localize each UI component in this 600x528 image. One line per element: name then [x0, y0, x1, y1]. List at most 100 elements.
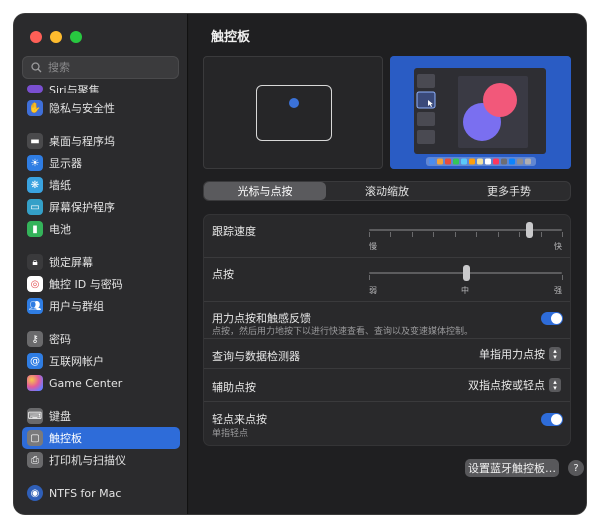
tracking-speed-row: 跟踪速度 慢 快	[204, 215, 570, 258]
ntfs-icon: ◉	[27, 485, 43, 501]
force-click-row: 用力点按和触感反馈 点按，然后用力地按下以进行快速查看、查询以及变速媒体控制。	[204, 302, 570, 339]
touch-point-icon	[289, 98, 299, 108]
sidebar-item-label: 键盘	[49, 410, 71, 423]
at-icon: @	[27, 353, 43, 369]
sidebar: Siri与聚焦 ✋ 隐私与安全性 ▬ 桌面与程序坞 ☀ 显示器 ❋ 墙纸 ▭	[14, 14, 188, 514]
sidebar-item-label: 密码	[49, 333, 71, 346]
zoom-button[interactable]	[70, 31, 82, 43]
search-field[interactable]	[22, 56, 179, 79]
sidebar-item-label: 用户与群组	[49, 300, 104, 313]
lookup-row: 查询与数据检测器 单指用力点按 ▴ ▾	[204, 339, 570, 369]
minimize-button[interactable]	[50, 31, 62, 43]
window-controls	[30, 31, 82, 43]
slider-tick	[562, 232, 563, 237]
game-center-icon	[27, 375, 43, 391]
tap-to-click-label: 轻点来点按	[212, 413, 267, 426]
secondary-click-popup[interactable]: 双指点按或轻点 ▴ ▾	[468, 377, 561, 393]
secondary-click-value: 双指点按或轻点	[468, 379, 545, 392]
page-title: 触控板	[211, 30, 251, 45]
trackpad-illustration	[256, 85, 332, 141]
settings-window: Siri与聚焦 ✋ 隐私与安全性 ▬ 桌面与程序坞 ☀ 显示器 ❋ 墙纸 ▭	[14, 14, 586, 514]
sidebar-item-privacy[interactable]: ✋ 隐私与安全性	[22, 97, 180, 119]
sidebar-item-siri[interactable]: Siri与聚焦	[22, 80, 180, 93]
lock-icon: 🔒︎	[27, 254, 43, 270]
sidebar-item-trackpad[interactable]: ▢ 触控板	[22, 427, 180, 449]
trackpad-preview	[203, 56, 383, 169]
tap-to-click-description: 单指轻点	[212, 429, 249, 439]
sidebar-item-screensaver[interactable]: ▭ 屏幕保护程序	[22, 196, 180, 218]
slider-tick	[454, 232, 456, 237]
search-input[interactable]	[48, 61, 168, 74]
slider-tick	[562, 275, 563, 280]
sidebar-item-printers[interactable]: ⎙ 打印机与扫描仪	[22, 449, 180, 471]
sidebar-item-game-center[interactable]: Game Center	[22, 372, 180, 394]
screensaver-icon: ▭	[27, 199, 43, 215]
tap-to-click-row: 轻点来点按 单指轻点	[204, 402, 570, 446]
desktop-preview-illustration	[390, 56, 571, 169]
slider-tick	[540, 232, 542, 237]
slider-tick	[411, 232, 413, 237]
trackpad-icon: ▢	[27, 430, 43, 446]
slider-tick	[433, 232, 435, 237]
sidebar-item-displays[interactable]: ☀ 显示器	[22, 152, 180, 174]
tracking-speed-slider[interactable]	[369, 229, 562, 231]
force-click-toggle[interactable]	[541, 312, 563, 325]
tracking-speed-slider-knob[interactable]	[526, 222, 534, 238]
sidebar-item-keyboard[interactable]: ⌨ 键盘	[22, 405, 180, 427]
fingerprint-icon: ◎	[27, 276, 43, 292]
lookup-label: 查询与数据检测器	[212, 350, 300, 363]
slider-tick	[369, 232, 370, 237]
chevron-updown-icon: ▴ ▾	[549, 378, 561, 392]
tracking-speed-min-label: 慢	[369, 242, 377, 251]
secondary-click-row: 辅助点按 双指点按或轻点 ▴ ▾	[204, 369, 570, 402]
lookup-value: 单指用力点按	[479, 348, 545, 361]
tab-point-click[interactable]: 光标与点按	[204, 182, 326, 200]
settings-group: 跟踪速度 慢 快 点按 弱 中 强 用力点按和触感反馈 点按，然后用力地按下以进…	[203, 214, 571, 446]
sidebar-item-label: 互联网帐户	[49, 355, 104, 368]
force-click-description: 点按，然后用力地按下以进行快速查看、查询以及变速媒体控制。	[212, 327, 474, 337]
dock-icon: ▬	[27, 133, 43, 149]
tab-more-gestures[interactable]: 更多手势	[448, 182, 570, 200]
battery-icon: ▮	[27, 221, 43, 237]
users-icon: 👥︎	[27, 298, 43, 314]
sidebar-item-wallpaper[interactable]: ❋ 墙纸	[22, 174, 180, 196]
tab-scroll-zoom[interactable]: 滚动缩放	[326, 182, 448, 200]
sidebar-item-touch-id[interactable]: ◎ 触控 ID 与密码	[22, 273, 180, 295]
sidebar-item-label: Game Center	[49, 376, 123, 390]
sidebar-item-label: 电池	[49, 223, 71, 236]
hand-icon: ✋	[27, 100, 43, 116]
tracking-speed-label: 跟踪速度	[212, 225, 256, 238]
sidebar-item-internet-accounts[interactable]: @ 互联网帐户	[22, 350, 180, 372]
sidebar-item-lock-screen[interactable]: 🔒︎ 锁定屏幕	[22, 251, 180, 273]
close-button[interactable]	[30, 31, 42, 43]
slider-tick	[390, 232, 392, 237]
click-label: 点按	[212, 268, 234, 281]
click-slider-knob[interactable]	[462, 265, 470, 281]
setup-bluetooth-trackpad-button[interactable]: 设置蓝牙触控板…	[465, 459, 559, 477]
sidebar-item-label: 隐私与安全性	[49, 102, 115, 115]
tab-bar: 光标与点按 滚动缩放 更多手势	[203, 181, 571, 201]
click-row: 点按 弱 中 强	[204, 258, 570, 302]
chevron-updown-icon: ▴ ▾	[549, 347, 561, 361]
sidebar-item-users[interactable]: 👥︎ 用户与群组	[22, 295, 180, 317]
lookup-popup[interactable]: 单指用力点按 ▴ ▾	[479, 346, 561, 362]
sidebar-item-battery[interactable]: ▮ 电池	[22, 218, 180, 240]
click-min-label: 弱	[369, 286, 377, 295]
printer-icon: ⎙	[27, 452, 43, 468]
sidebar-item-label: 锁定屏幕	[49, 256, 93, 269]
sidebar-item-desktop-dock[interactable]: ▬ 桌面与程序坞	[22, 130, 180, 152]
sidebar-item-label: NTFS for Mac	[49, 486, 122, 500]
sidebar-item-label: 桌面与程序坞	[49, 135, 115, 148]
sidebar-item-label: 打印机与扫描仪	[49, 454, 126, 467]
wallpaper-icon: ❋	[27, 177, 43, 193]
sidebar-item-label: 屏幕保护程序	[49, 201, 115, 214]
siri-icon	[27, 85, 43, 93]
sidebar-item-ntfs[interactable]: ◉ NTFS for Mac	[22, 482, 180, 504]
sidebar-item-passwords[interactable]: ⚷ 密码	[22, 328, 180, 350]
sidebar-item-label: 触控 ID 与密码	[49, 278, 123, 291]
tap-to-click-toggle[interactable]	[541, 413, 563, 426]
slider-tick	[519, 232, 521, 237]
help-button[interactable]: ?	[568, 460, 584, 476]
sidebar-item-label: 墙纸	[49, 179, 71, 192]
sidebar-list: Siri与聚焦 ✋ 隐私与安全性 ▬ 桌面与程序坞 ☀ 显示器 ❋ 墙纸 ▭ 屏…	[22, 80, 180, 504]
